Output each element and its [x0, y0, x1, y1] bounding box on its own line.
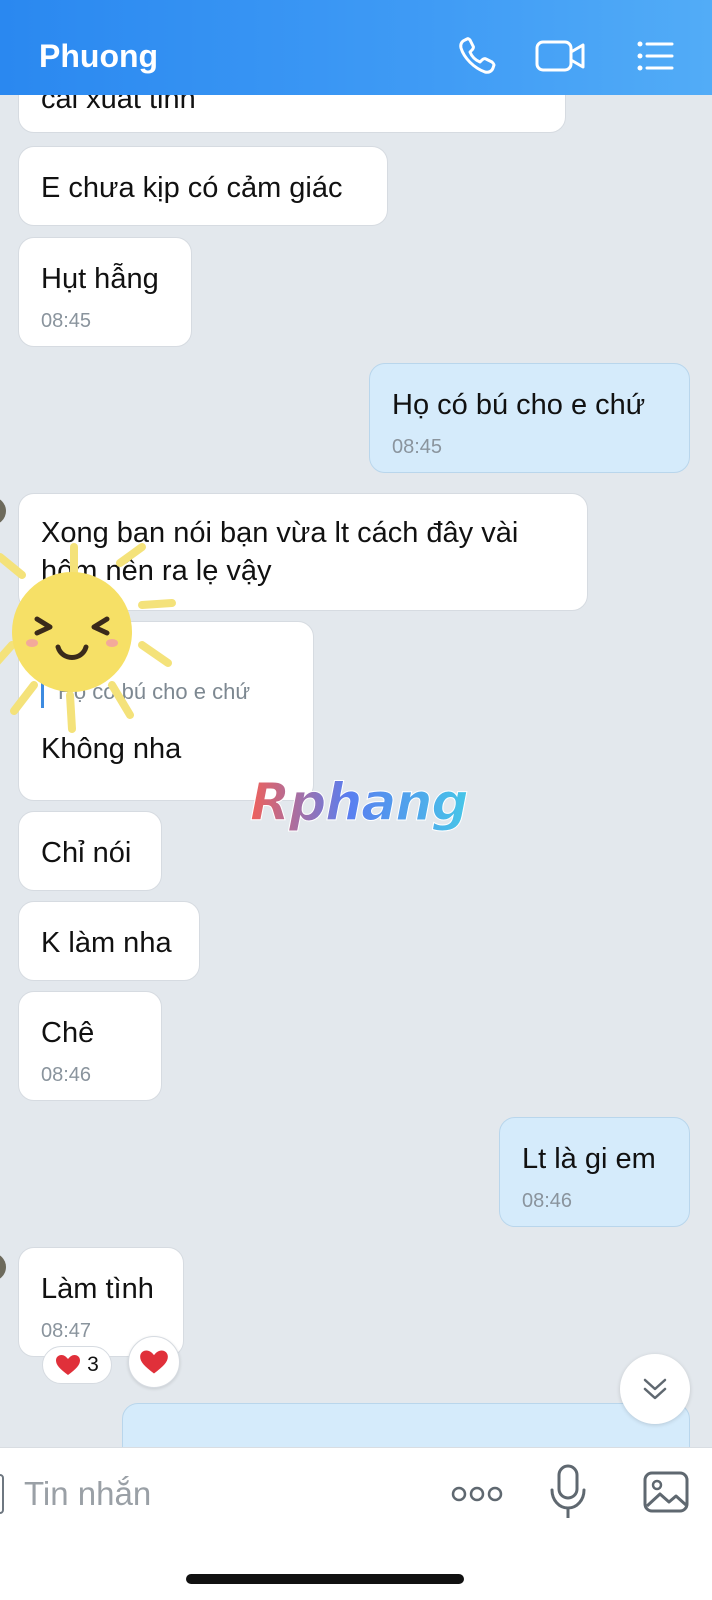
- message-text: K làm nha: [41, 927, 172, 959]
- message-text: Họ có bú cho e chứ: [392, 389, 646, 421]
- message-text: Chê: [41, 1017, 95, 1049]
- message-bubble[interactable]: K làm nha: [18, 901, 200, 981]
- message-bubble[interactable]: E chưa kịp có cảm giác: [18, 146, 388, 226]
- message-bubble[interactable]: Hụt hẫng 08:45: [18, 237, 192, 347]
- message-bubble[interactable]: Chê 08:46: [18, 991, 162, 1101]
- scroll-to-bottom-button[interactable]: [620, 1354, 690, 1424]
- message-text: Hụt hẫng: [41, 263, 159, 295]
- react-button[interactable]: [128, 1336, 180, 1388]
- sun-sticker: [0, 535, 192, 735]
- message-list[interactable]: cái xuất tinh E chưa kịp có cảm giác Hụt…: [0, 95, 712, 1447]
- reaction-summary[interactable]: 3: [42, 1346, 112, 1384]
- watermark-logo: Rphang: [248, 772, 470, 855]
- heart-icon: [139, 1349, 169, 1375]
- message-time: 08:46: [41, 1064, 92, 1086]
- list-menu-icon[interactable]: [630, 30, 682, 82]
- phone-icon[interactable]: [452, 30, 504, 82]
- message-bubble-outgoing[interactable]: Họ có bú cho e chứ 08:45: [369, 363, 690, 473]
- double-chevron-down-icon: [643, 1378, 667, 1400]
- message-time: 08:45: [392, 436, 443, 458]
- contact-name[interactable]: Phuong: [39, 38, 158, 75]
- home-indicator: [186, 1574, 464, 1584]
- message-text: Lt là gi em: [522, 1143, 656, 1175]
- message-text: cái xuất tinh: [41, 95, 196, 115]
- video-call-icon[interactable]: [533, 30, 589, 82]
- message-bubble[interactable]: Chỉ nói: [18, 811, 162, 891]
- emoji-icon[interactable]: [0, 1474, 4, 1514]
- chat-header: Phuong: [0, 0, 712, 95]
- more-options-icon[interactable]: [450, 1474, 504, 1514]
- message-time: 08:46: [522, 1190, 573, 1212]
- avatar[interactable]: [0, 497, 6, 525]
- reaction-count: 3: [87, 1353, 99, 1376]
- message-text: E chưa kịp có cảm giác: [41, 172, 343, 204]
- message-text: Chỉ nói: [41, 837, 132, 869]
- message-bubble-outgoing[interactable]: Lt là gi em 08:46: [499, 1117, 690, 1227]
- microphone-icon[interactable]: [548, 1462, 588, 1524]
- message-text: Làm tình: [41, 1273, 154, 1305]
- image-gallery-icon[interactable]: [642, 1470, 690, 1514]
- message-input[interactable]: [24, 1468, 424, 1520]
- avatar[interactable]: [0, 1253, 6, 1281]
- message-time: 08:45: [41, 310, 92, 332]
- svg-text:Rphang: Rphang: [250, 773, 468, 833]
- message-bubble-outgoing[interactable]: [122, 1403, 690, 1447]
- heart-icon: [55, 1354, 81, 1376]
- message-bubble[interactable]: cái xuất tinh: [18, 95, 566, 133]
